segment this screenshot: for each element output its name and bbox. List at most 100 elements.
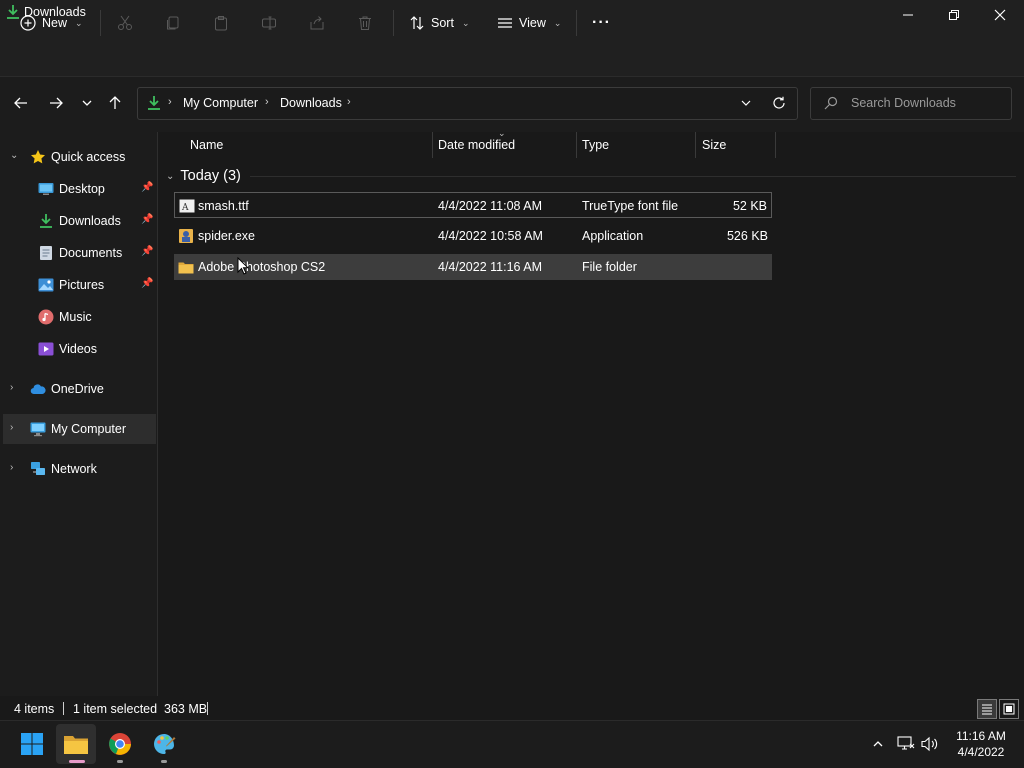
- cloud-icon: [30, 381, 46, 397]
- column-divider[interactable]: [576, 132, 577, 158]
- chevron-right-icon[interactable]: ›: [10, 422, 13, 433]
- videos-icon: [38, 341, 54, 357]
- delete-icon: [357, 15, 373, 31]
- sort-button[interactable]: Sort ⌄: [409, 8, 469, 38]
- sidebar-label: My Computer: [51, 422, 127, 436]
- sidebar-item-quick-access[interactable]: ⌄ Quick access: [0, 142, 156, 172]
- large-icons-view-button[interactable]: [999, 699, 1019, 719]
- toolbar-divider: [576, 10, 577, 36]
- cut-icon: [117, 15, 133, 31]
- table-row[interactable]: A smash.ttf 4/4/2022 11:08 AM TrueType f…: [174, 192, 772, 218]
- copy-button[interactable]: [165, 8, 181, 38]
- delete-button[interactable]: [357, 8, 373, 38]
- rename-button[interactable]: [261, 8, 277, 38]
- breadcrumb-separator-icon: ›: [347, 96, 351, 108]
- chevron-down-icon[interactable]: ⌄: [10, 150, 18, 161]
- sidebar-item-network[interactable]: › Network: [0, 454, 156, 484]
- minimize-button[interactable]: [885, 0, 931, 30]
- new-label: New: [42, 16, 68, 30]
- column-divider[interactable]: [695, 132, 696, 158]
- file-explorer-icon: [64, 736, 88, 754]
- chevron-down-icon: ⌄: [166, 170, 175, 182]
- active-app-indicator: [69, 760, 85, 763]
- close-button[interactable]: [977, 0, 1023, 30]
- file-name: smash.ttf: [198, 199, 249, 213]
- breadcrumb-my-computer[interactable]: My Computer: [183, 96, 258, 110]
- taskbar-paint[interactable]: [144, 724, 184, 764]
- back-button[interactable]: [10, 91, 32, 115]
- sidebar-item-desktop[interactable]: Desktop 📌: [0, 174, 156, 204]
- column-header-type[interactable]: Type: [582, 138, 609, 164]
- clock-date: 4/4/2022: [957, 745, 1005, 759]
- sort-label: Sort: [431, 16, 454, 30]
- arrow-left-icon: [14, 97, 27, 109]
- table-row[interactable]: spider.exe 4/4/2022 10:58 AM Application…: [174, 223, 772, 249]
- chevron-right-icon[interactable]: ›: [10, 382, 13, 393]
- plus-circle-icon: [20, 15, 36, 31]
- network-status-button[interactable]: [896, 734, 916, 754]
- start-button[interactable]: [12, 724, 52, 764]
- view-button[interactable]: View ⌄: [497, 8, 561, 38]
- show-hidden-icons-button[interactable]: [868, 734, 888, 754]
- pin-icon[interactable]: 📌: [141, 182, 153, 193]
- network-tray-icon: [897, 736, 915, 750]
- pin-icon[interactable]: 📌: [141, 214, 153, 225]
- sidebar-item-my-computer[interactable]: › My Computer: [3, 414, 156, 444]
- pictures-icon: [38, 277, 54, 293]
- search-icon: [824, 96, 838, 113]
- group-header-today[interactable]: ⌄ Today (3): [166, 165, 241, 187]
- column-divider[interactable]: [775, 132, 776, 158]
- table-row[interactable]: Adobe Photoshop CS2 4/4/2022 11:16 AM Fi…: [174, 254, 772, 280]
- mouse-cursor-icon: [237, 256, 250, 275]
- paint-icon: [154, 734, 176, 754]
- refresh-button[interactable]: [772, 96, 786, 113]
- recent-locations-button[interactable]: [76, 91, 98, 115]
- column-header-name[interactable]: Name: [190, 138, 223, 164]
- chevron-right-icon[interactable]: ›: [10, 462, 13, 473]
- share-button[interactable]: [309, 8, 325, 38]
- large-icons-view-icon: [1003, 703, 1015, 715]
- running-app-indicator: [161, 760, 167, 763]
- folder-icon: [178, 259, 194, 275]
- cut-button[interactable]: [117, 8, 133, 38]
- sidebar-item-videos[interactable]: Videos: [0, 334, 156, 364]
- taskbar-clock[interactable]: 11:16 AM 4/4/2022: [946, 728, 1016, 760]
- address-history-dropdown[interactable]: [740, 97, 752, 112]
- restore-button[interactable]: [931, 0, 977, 30]
- sidebar-item-downloads[interactable]: Downloads 📌: [0, 206, 156, 236]
- column-header-date-modified[interactable]: Date modified: [438, 138, 515, 164]
- chevron-down-icon: ⌄: [75, 17, 83, 28]
- file-date: 4/4/2022 11:16 AM: [438, 260, 543, 274]
- svg-text:A: A: [181, 203, 189, 213]
- paste-button[interactable]: [213, 8, 229, 38]
- file-type: TrueType font file: [582, 199, 679, 213]
- file-size: 52 KB: [732, 199, 767, 213]
- download-icon: [147, 95, 161, 114]
- column-header-size[interactable]: Size: [702, 138, 726, 164]
- sort-icon: [409, 15, 425, 31]
- pin-icon[interactable]: 📌: [141, 246, 153, 257]
- taskbar-chrome[interactable]: [100, 724, 140, 764]
- chevron-down-icon: ⌄: [461, 17, 470, 28]
- desktop-icon: [38, 181, 54, 197]
- new-button[interactable]: New ⌄: [20, 8, 83, 38]
- breadcrumb-downloads[interactable]: Downloads: [280, 96, 342, 110]
- column-divider[interactable]: [432, 132, 433, 158]
- download-icon: [38, 213, 54, 229]
- sidebar-label: Network: [51, 462, 97, 476]
- sidebar-item-onedrive[interactable]: › OneDrive: [0, 374, 156, 404]
- windows-start-icon: [21, 733, 43, 755]
- up-button[interactable]: [104, 91, 126, 115]
- sidebar-label: Pictures: [59, 278, 105, 292]
- sidebar-item-documents[interactable]: Documents 📌: [0, 238, 156, 268]
- sidebar-item-music[interactable]: Music: [0, 302, 156, 332]
- forward-button[interactable]: [45, 91, 67, 115]
- music-icon: [38, 309, 54, 325]
- sidebar-label: Music: [59, 310, 92, 324]
- pin-icon[interactable]: 📌: [141, 278, 153, 289]
- taskbar-file-explorer[interactable]: [56, 724, 96, 764]
- sidebar-item-pictures[interactable]: Pictures 📌: [0, 270, 156, 300]
- volume-button[interactable]: [920, 734, 940, 754]
- details-view-button[interactable]: [977, 699, 997, 719]
- more-options-button[interactable]: ···: [592, 8, 611, 38]
